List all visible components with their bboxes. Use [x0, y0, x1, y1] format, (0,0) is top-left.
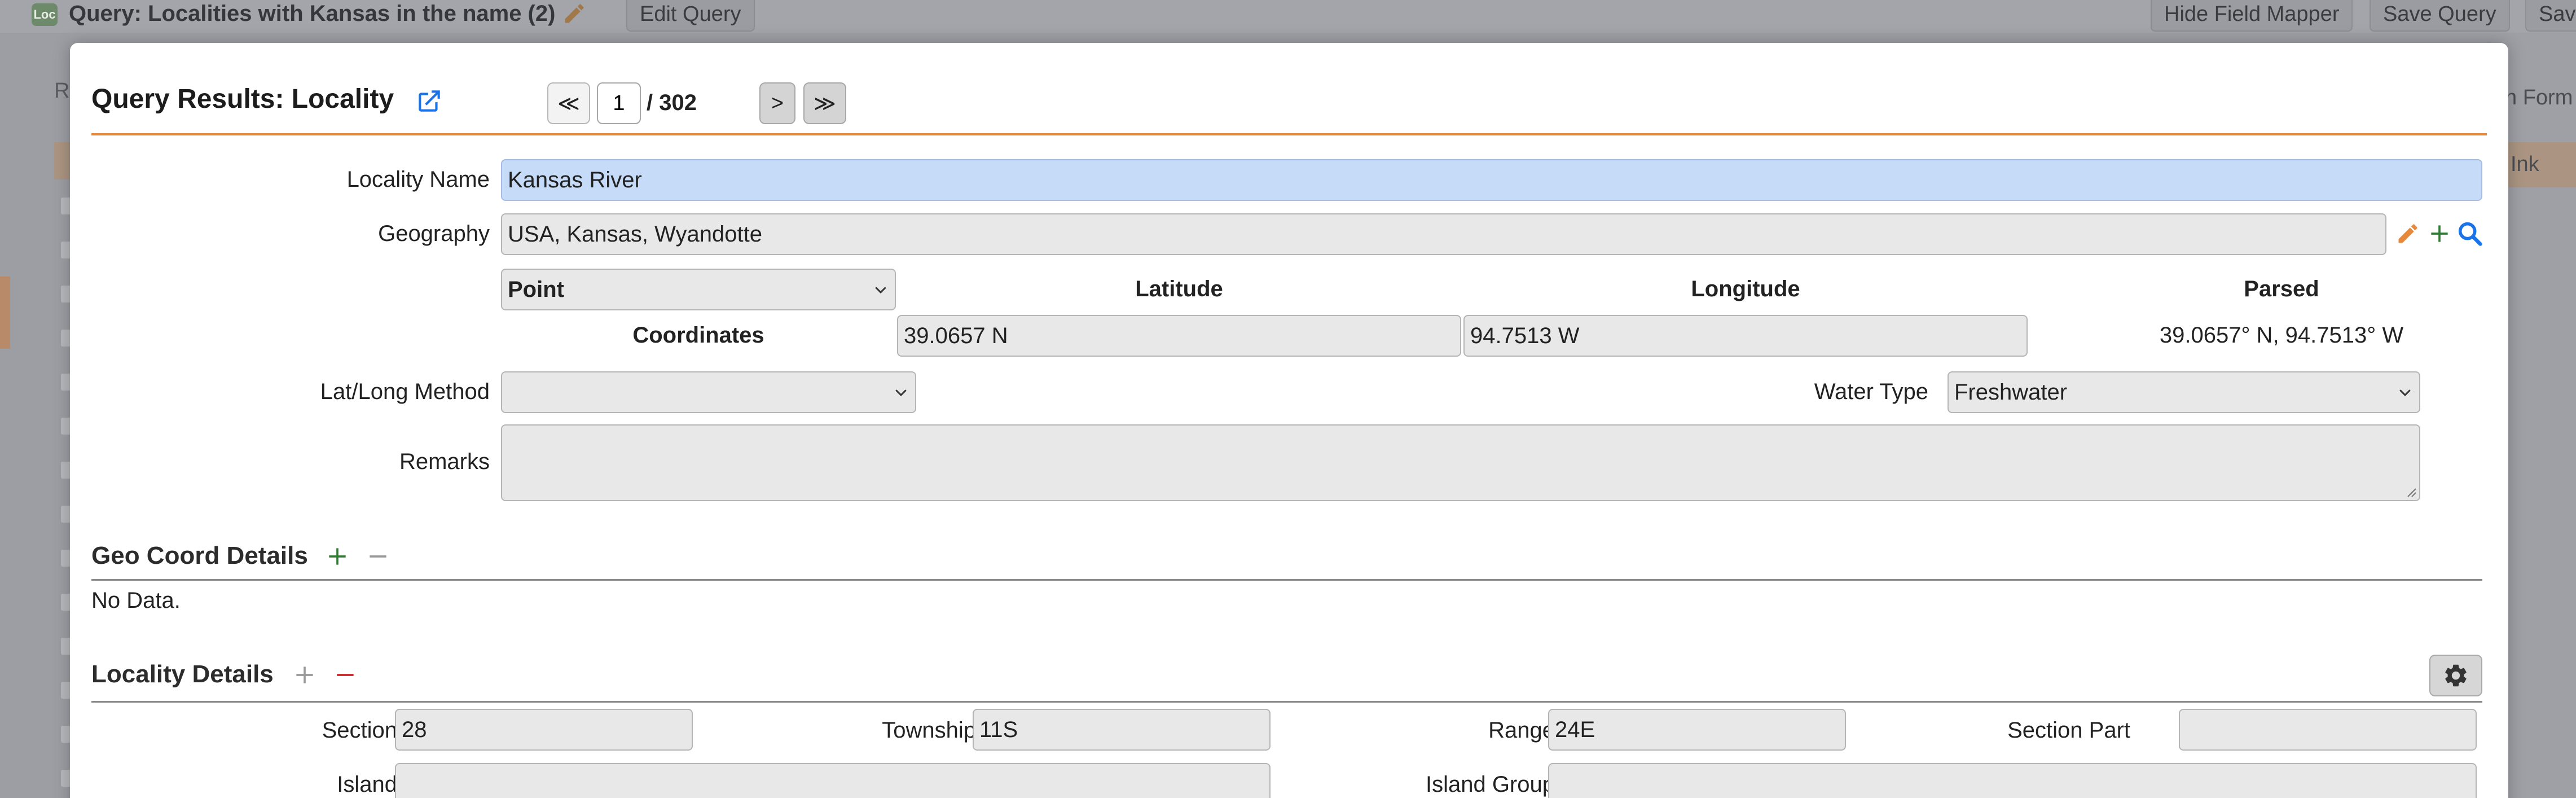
record-total: / 302 [647, 90, 697, 115]
geo-coord-details-title: Geo Coord Details [91, 542, 308, 569]
resize-handle-icon[interactable] [2403, 484, 2417, 498]
save-query-button[interactable]: Save Query [2370, 0, 2510, 32]
latlong-method-label: Lat/Long Method [320, 379, 490, 404]
latitude-header: Latitude [1135, 277, 1223, 301]
chevron-down-icon [875, 287, 886, 294]
add-icon[interactable] [325, 544, 350, 569]
chevron-down-icon [2399, 389, 2411, 397]
geography-label: Geography [378, 221, 490, 246]
pencil-icon[interactable] [562, 1, 587, 26]
settings-button[interactable] [2429, 655, 2482, 696]
section-part-label: Section Part [2007, 718, 2130, 743]
no-data-text: No Data. [91, 588, 181, 613]
hide-field-mapper-button[interactable]: Hide Field Mapper [2151, 0, 2353, 32]
geography-field[interactable]: USA, Kansas, Wyandotte [501, 213, 2386, 255]
water-type-value: Freshwater [1954, 379, 2068, 405]
dialog-title: Query Results: Locality [91, 84, 394, 114]
open-in-new-tab-icon[interactable] [415, 87, 443, 115]
query-title: Query: Localities with Kansas in the nam… [69, 1, 556, 26]
water-type-select[interactable]: Freshwater [1948, 371, 2420, 413]
township-label: Township [882, 718, 976, 743]
remove-icon[interactable] [333, 663, 358, 687]
longitude-header: Longitude [1691, 277, 1800, 301]
coordinates-label: Coordinates [632, 323, 764, 348]
coordinate-type-select[interactable]: Point [501, 269, 896, 310]
background-orange-strip [0, 277, 10, 349]
edit-pencil-icon[interactable] [2395, 221, 2420, 246]
water-type-label: Water Type [1814, 379, 1928, 404]
longitude-field[interactable]: 94.7513 W [1463, 315, 2028, 357]
background-link-text: Ink [2511, 152, 2539, 176]
locality-details-title: Locality Details [91, 660, 274, 688]
range-field[interactable]: 24E [1548, 709, 1846, 751]
first-record-button[interactable]: ≪ [547, 82, 590, 124]
dialog-header: Query Results: Locality ≪ < / 302 > ≫ [91, 60, 2487, 135]
section-field[interactable]: 28 [395, 709, 693, 751]
search-icon[interactable] [2455, 219, 2485, 248]
latitude-field[interactable]: 39.0657 N [897, 315, 1461, 357]
section-divider [91, 701, 2482, 703]
background-form-text: n Form [2505, 86, 2573, 109]
island-group-field[interactable] [1548, 763, 2477, 798]
background-topbar: Loc Query: Localities with Kansas in the… [0, 0, 2576, 33]
last-record-button[interactable]: ≫ [803, 82, 846, 124]
gear-icon [2445, 664, 2467, 687]
current-record-input[interactable] [597, 82, 641, 124]
section-divider [91, 579, 2482, 581]
latlong-method-select[interactable] [501, 371, 916, 413]
save-button[interactable]: Save [2525, 0, 2576, 32]
remarks-textarea[interactable] [501, 424, 2420, 501]
township-field[interactable]: 11S [973, 709, 1271, 751]
range-label: Range [1488, 718, 1555, 743]
edit-query-button[interactable]: Edit Query [626, 0, 755, 32]
island-label: Island [337, 772, 397, 797]
island-group-label: Island Group [1425, 772, 1555, 797]
query-results-dialog: Query Results: Locality ≪ < / 302 > ≫ Lo… [70, 43, 2508, 798]
remarks-label: Remarks [399, 449, 490, 474]
section-label: Section [322, 718, 397, 743]
remove-icon [370, 555, 386, 558]
locality-name-field[interactable]: Kansas River [501, 159, 2482, 201]
next-record-button[interactable]: > [759, 82, 795, 124]
background-left-label: R [54, 79, 70, 103]
add-icon [296, 667, 313, 683]
parsed-header: Parsed [2244, 277, 2319, 301]
coordinate-type-value: Point [508, 277, 564, 302]
section-part-field[interactable] [2179, 709, 2477, 751]
island-field[interactable] [395, 763, 1271, 798]
locality-name-label: Locality Name [346, 167, 490, 192]
app-logo: Loc [32, 3, 58, 26]
add-icon[interactable] [2427, 221, 2452, 246]
chevron-down-icon [895, 389, 907, 397]
parsed-coordinates: 39.0657° N, 94.7513° W [2159, 323, 2404, 348]
